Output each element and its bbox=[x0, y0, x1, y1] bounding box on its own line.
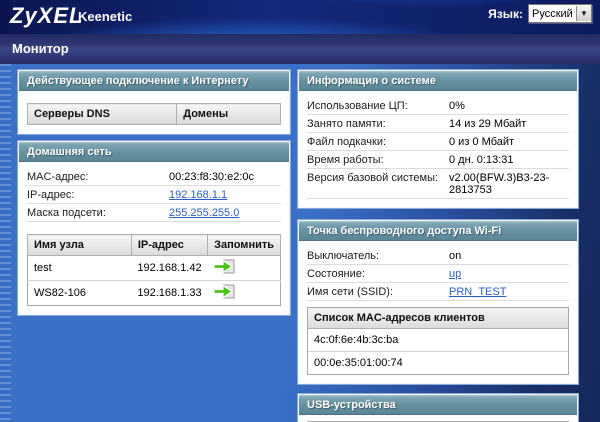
mac-clients-box: Список MAC-адресов клиентов 4c:0f:6e:4b:… bbox=[307, 307, 569, 375]
row-label: Использование ЦП: bbox=[307, 100, 408, 112]
row-label: Состояние: bbox=[307, 268, 365, 280]
remember-host-button[interactable] bbox=[212, 283, 236, 300]
row-label: MAC-адрес: bbox=[27, 171, 89, 183]
row-value: 0% bbox=[449, 100, 465, 112]
panel-usb-devices: USB-устройства Тип Имя printer /dev/lp0 bbox=[298, 394, 578, 422]
panel-home-network: Домашняя сеть MAC-адрес: 00:23:f8:30:e2:… bbox=[18, 141, 290, 315]
list-item: 00:0e:35:01:00:74 bbox=[314, 357, 403, 369]
home-row-mask: Маска подсети: 255.255.255.0 bbox=[27, 204, 281, 222]
panel-usb-title: USB-устройства bbox=[299, 395, 577, 415]
home-row-ip: IP-адрес: 192.168.1.1 bbox=[27, 186, 281, 204]
top-brand-bar: ZyXEL Keenetic Язык: Русский ▼ bbox=[0, 0, 600, 34]
tab-dns-servers: Серверы DNS bbox=[26, 103, 178, 125]
row-label: Версия базовой системы: bbox=[307, 172, 439, 184]
panel-wifi: Точка беспроводного доступа Wi-Fi Выключ… bbox=[298, 220, 578, 384]
row-label: Выключатель: bbox=[307, 250, 380, 262]
table-row: WS82-106 192.168.1.33 bbox=[27, 280, 281, 306]
language-selector-group: Язык: Русский ▼ bbox=[488, 4, 592, 23]
row-value: 14 из 29 Мбайт bbox=[449, 118, 527, 130]
remember-host-button[interactable] bbox=[212, 258, 236, 275]
row-label: Занято памяти: bbox=[307, 118, 386, 130]
row-label: Имя сети (SSID): bbox=[307, 286, 394, 298]
home-row-mac: MAC-адрес: 00:23:f8:30:e2:0c bbox=[27, 168, 281, 186]
panel-system-info: Информация о системе Использование ЦП: 0… bbox=[298, 70, 578, 208]
system-row-cpu: Использование ЦП: 0% bbox=[307, 97, 569, 115]
ssid-link[interactable]: PRN_TEST bbox=[449, 286, 506, 298]
background-texture bbox=[0, 64, 11, 422]
language-select-value: Русский bbox=[532, 7, 573, 20]
dropdown-arrow-icon[interactable]: ▼ bbox=[575, 6, 591, 21]
system-row-swap: Файл подкачки: 0 из 0 Мбайт bbox=[307, 133, 569, 151]
list-item: 4c:0f:6e:4b:3c:ba bbox=[308, 329, 568, 352]
nav-bar: Монитор bbox=[0, 34, 600, 64]
host-name: WS82-106 bbox=[27, 280, 132, 306]
panel-home-network-title: Домашняя сеть bbox=[19, 142, 289, 162]
row-label: Маска подсети: bbox=[27, 207, 106, 219]
nav-item-monitor[interactable]: Монитор bbox=[12, 41, 69, 56]
row-value: 0 дн. 0:13:31 bbox=[449, 154, 514, 166]
panel-internet-title: Действующее подключение к Интернету bbox=[19, 71, 289, 91]
right-column: Информация о системе Использование ЦП: 0… bbox=[298, 70, 578, 422]
wifi-state-link[interactable]: up bbox=[449, 268, 461, 280]
row-label: Файл подкачки: bbox=[307, 136, 387, 148]
host-ip: 192.168.1.33 bbox=[131, 280, 208, 306]
panel-wifi-title: Точка беспроводного доступа Wi-Fi bbox=[299, 221, 577, 241]
wifi-row-switch: Выключатель: on bbox=[307, 247, 569, 265]
hosts-col-remember: Запомнить bbox=[207, 234, 281, 256]
host-name: test bbox=[27, 255, 132, 281]
host-ip: 192.168.1.42 bbox=[131, 255, 208, 281]
wifi-row-state: Состояние: up bbox=[307, 265, 569, 283]
row-value: v2.00(BFW.3)B3-23-2813753 bbox=[449, 172, 550, 196]
system-row-memory: Занято памяти: 14 из 29 Мбайт bbox=[307, 115, 569, 133]
panel-system-info-title: Информация о системе bbox=[299, 71, 577, 91]
system-row-uptime: Время работы: 0 дн. 0:13:31 bbox=[307, 151, 569, 169]
router-admin-page: ZyXEL Keenetic Язык: Русский ▼ Монитор Д… bbox=[0, 0, 600, 422]
green-arrow-icon bbox=[212, 284, 235, 299]
language-label: Язык: bbox=[488, 6, 523, 21]
green-arrow-icon bbox=[212, 259, 235, 274]
subnet-mask-link[interactable]: 255.255.255.0 bbox=[169, 207, 239, 219]
zyxel-logo: ZyXEL bbox=[10, 3, 84, 28]
hosts-col-ip: IP-адрес bbox=[130, 234, 209, 256]
row-value: 00:23:f8:30:e2:0c bbox=[169, 171, 255, 183]
tab-domains: Домены bbox=[176, 103, 281, 125]
language-select[interactable]: Русский ▼ bbox=[528, 4, 592, 23]
table-row: test 192.168.1.42 bbox=[27, 255, 281, 281]
row-value: 0 из 0 Мбайт bbox=[449, 136, 515, 148]
row-value: on bbox=[449, 250, 462, 262]
wifi-row-ssid: Имя сети (SSID): PRN_TEST bbox=[307, 283, 569, 301]
left-column: Действующее подключение к Интернету Серв… bbox=[18, 70, 290, 315]
row-label: IP-адрес: bbox=[27, 189, 75, 201]
row-label: Время работы: bbox=[307, 154, 384, 166]
hosts-col-name: Имя узла bbox=[27, 234, 132, 256]
panel-internet-connection: Действующее подключение к Интернету Серв… bbox=[18, 70, 290, 134]
ip-address-link[interactable]: 192.168.1.1 bbox=[169, 189, 227, 201]
product-name: Keenetic bbox=[78, 9, 133, 24]
hosts-table: Имя узла IP-адрес Запомнить test 192.168… bbox=[27, 234, 281, 306]
system-row-firmware: Версия базовой системы: v2.00(BFW.3)B3-2… bbox=[307, 169, 569, 199]
mac-clients-title: Список MAC-адресов клиентов bbox=[308, 308, 568, 329]
internet-tabs-table: Серверы DNS Домены bbox=[26, 103, 281, 125]
